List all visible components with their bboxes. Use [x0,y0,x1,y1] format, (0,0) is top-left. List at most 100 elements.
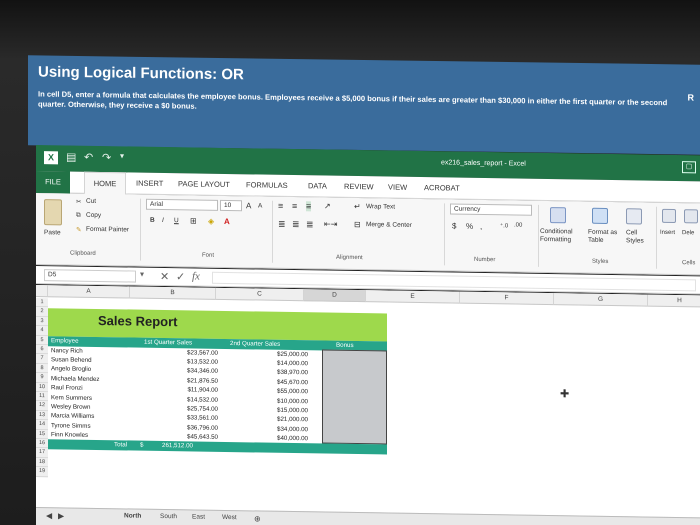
column-header-g[interactable]: G [554,293,648,307]
row-header[interactable]: 14 [36,420,48,430]
font-color-button[interactable]: A [224,217,230,226]
merge-center-icon[interactable]: ⊟ [354,220,361,229]
underline-button[interactable]: U [174,217,179,224]
row-header[interactable]: 6 [36,345,48,355]
name-box[interactable]: D5 [44,269,136,283]
column-header-a[interactable]: A [48,285,130,299]
decrease-decimal-icon[interactable]: .00 [514,223,522,229]
orientation-icon[interactable]: ↗ [324,202,331,211]
fill-color-icon[interactable]: ◈ [208,217,214,226]
increase-decimal-icon[interactable]: ⁺.0 [500,222,508,229]
sheet-scroll-left-icon[interactable]: ◀ [46,511,52,520]
employee-name-cell[interactable]: Wesley Brown [51,402,90,412]
row-header[interactable]: 10 [36,382,48,393]
select-all-corner[interactable] [36,285,48,298]
q2-sales-cell[interactable]: $34,000.00 [246,424,308,434]
top-align-icon[interactable]: ≡ [278,201,283,211]
new-sheet-icon[interactable]: ⊕ [254,514,261,523]
grow-font-button[interactable]: A [246,201,251,210]
q2-sales-cell[interactable]: $55,000.00 [246,386,308,396]
employee-name-cell[interactable]: Kem Summers [51,393,92,403]
q2-sales-cell[interactable]: $10,000.00 [246,396,308,406]
column-header-d[interactable]: D [304,289,366,303]
header-bonus[interactable]: Bonus [336,341,354,350]
conditional-formatting-button[interactable]: Conditional Formatting [540,228,584,245]
undo-icon[interactable]: ↶ [84,151,93,164]
format-as-table-icon[interactable] [592,207,608,224]
indent-icon[interactable]: ⇤⇥ [324,220,337,229]
header-q2[interactable]: 2nd Quarter Sales [230,339,280,349]
paste-icon[interactable] [44,199,62,226]
merge-center-button[interactable]: Merge & Center [366,221,412,229]
row-header[interactable]: 15 [36,429,48,440]
q1-sales-cell[interactable]: $11,904.00 [156,385,218,395]
tab-data[interactable]: DATA [308,181,327,190]
percent-style-button[interactable]: % [466,222,473,231]
employee-name-cell[interactable]: Finn Knowles [51,430,88,440]
q2-sales-cell[interactable]: $45,670.00 [246,377,308,387]
copy-button[interactable]: Copy [86,212,101,219]
tab-acrobat[interactable]: ACROBAT [424,183,460,193]
cell-styles-button[interactable]: Cell Styles [626,229,650,245]
tab-home[interactable]: HOME [84,171,126,196]
save-icon[interactable]: ▤ [66,150,76,163]
row-header[interactable]: 2 [36,307,48,317]
row-header[interactable]: 16 [36,439,48,449]
employee-name-cell[interactable]: Angelo Broglio [51,365,91,375]
cancel-formula-icon[interactable]: ✕ [160,270,169,283]
paste-button[interactable]: Paste [44,229,61,236]
row-header[interactable]: 18 [36,457,48,468]
tab-review[interactable]: REVIEW [344,182,374,191]
row-header[interactable]: 17 [36,448,48,458]
format-painter-button[interactable]: Format Painter [86,226,129,234]
employee-name-cell[interactable]: Marcia Williams [51,412,94,422]
row-header[interactable]: 11 [36,392,48,402]
tab-page-layout[interactable]: PAGE LAYOUT [178,179,230,189]
wrap-text-button[interactable]: Wrap Text [366,203,395,210]
column-header-e[interactable]: E [366,290,460,304]
accounting-format-button[interactable]: $ [452,222,456,231]
employee-name-cell[interactable]: Raul Fronzi [51,383,83,392]
employee-name-cell[interactable]: Tyrone Simms [51,421,91,431]
column-header-f[interactable]: F [460,291,554,306]
q1-sales-cell[interactable]: $34,346.00 [156,366,218,376]
row-header[interactable]: 9 [36,373,48,383]
enter-formula-icon[interactable]: ✓ [176,270,185,283]
q1-sales-cell[interactable]: $45,643.50 [156,432,218,442]
q1-sales-cell[interactable]: $21,876.50 [156,376,218,386]
quick-access-dropdown-icon[interactable]: ▾ [120,151,124,160]
cell-styles-icon[interactable] [626,208,642,225]
bold-button[interactable]: B [150,217,155,224]
row-header[interactable]: 12 [36,401,48,411]
delete-cells-button[interactable]: Dele [682,230,694,236]
row-header[interactable]: 3 [36,316,48,327]
q1-sales-cell[interactable]: $25,754.00 [156,404,218,414]
employee-name-cell[interactable]: Michaela Mendez [51,374,100,384]
employee-name-cell[interactable]: Nancy Rich [51,346,83,355]
total-label[interactable]: Total [114,440,127,449]
q1-sales-cell[interactable]: $33,561.00 [156,413,218,423]
tab-view[interactable]: VIEW [388,183,407,192]
format-painter-icon[interactable]: ✎ [76,226,81,234]
format-as-table-button[interactable]: Format as Table [588,229,622,246]
bonus-column-selection[interactable] [322,349,387,445]
header-employee[interactable]: Employee [51,336,79,345]
sheet-title[interactable]: Sales Report [98,313,177,330]
sheet-tab-south[interactable]: South [160,513,177,520]
middle-align-icon[interactable]: ≡ [292,201,297,211]
worksheet-grid[interactable]: Sales Report Employee 1st Quarter Sales … [36,285,700,525]
conditional-formatting-icon[interactable] [550,207,566,224]
total-value[interactable]: 261,512.00 [162,441,193,450]
wrap-text-icon[interactable]: ↵ [354,202,361,211]
cut-button[interactable]: Cut [86,198,96,205]
redo-icon[interactable]: ↷ [102,151,111,164]
row-header[interactable]: 5 [36,335,48,346]
column-header-b[interactable]: B [130,286,216,300]
header-q1[interactable]: 1st Quarter Sales [144,338,192,348]
q1-sales-cell[interactable]: $14,532.00 [156,394,218,404]
tab-formulas[interactable]: FORMULAS [246,180,288,190]
align-center-icon[interactable]: ≣ [292,219,300,230]
align-left-icon[interactable]: ≣ [278,219,286,230]
q2-sales-cell[interactable]: $14,000.00 [246,358,308,368]
tab-file[interactable]: FILE [36,171,70,194]
